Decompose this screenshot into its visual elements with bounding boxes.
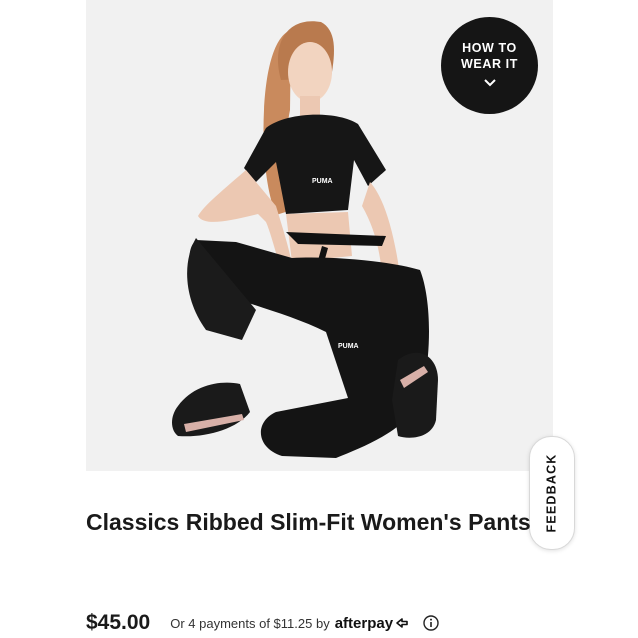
how-to-wear-line1: HOW TO [462,41,517,55]
installments-text: Or 4 payments of $11.25 by [170,615,330,631]
product-title: Classics Ribbed Slim-Fit Women's Pants [86,509,531,535]
svg-text:PUMA: PUMA [312,178,333,185]
svg-text:PUMA: PUMA [338,343,359,350]
how-to-wear-button[interactable]: HOW TO WEAR IT [441,17,538,114]
afterpay-logo-text: afterpay [334,614,394,632]
product-price: $45.00 [86,611,151,634]
afterpay-arrows-icon [396,618,408,628]
afterpay-link[interactable]: afterpay [335,615,411,632]
chevron-down-icon [483,75,496,91]
feedback-label: FEEDBACK [545,453,560,533]
price-row: $45.00 Or 4 payments of $11.25 by afterp… [86,610,439,636]
info-icon[interactable] [423,615,439,631]
how-to-wear-line2: WEAR IT [461,57,518,71]
